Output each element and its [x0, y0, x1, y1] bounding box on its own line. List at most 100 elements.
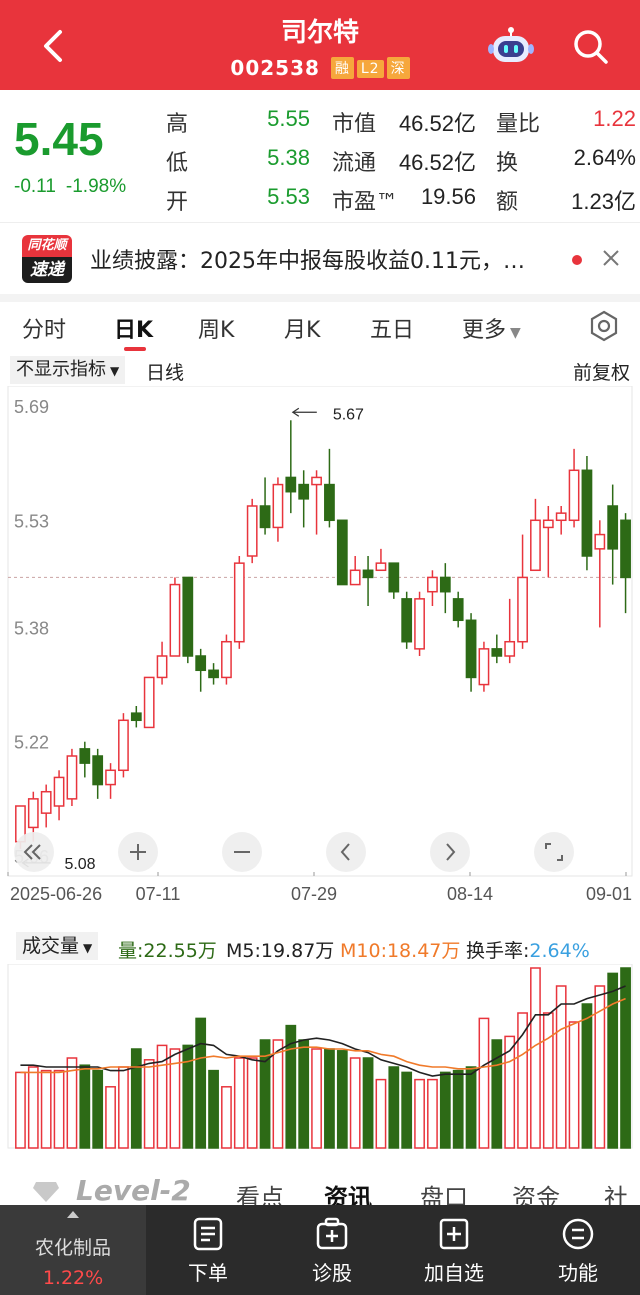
- low-value: 5.38: [267, 145, 310, 170]
- volume-chart[interactable]: [0, 964, 640, 1154]
- volume-bar-down: [452, 1069, 464, 1149]
- chart-prev-button[interactable]: [326, 832, 366, 872]
- close-icon[interactable]: [600, 247, 622, 269]
- volume-bar-down: [208, 1069, 219, 1149]
- chart-subbar: 不显示指标 ▼ 日线 前复权: [0, 354, 640, 386]
- x-tick-label: 09-01: [586, 884, 632, 904]
- volume-bar-down: [195, 1017, 207, 1149]
- search-icon[interactable]: [570, 26, 610, 66]
- diamond-icon: [33, 1182, 59, 1202]
- chart-zoom-out-button[interactable]: [222, 832, 262, 872]
- functions-button-label: 功能: [558, 1261, 598, 1285]
- candle-down: [581, 469, 593, 557]
- volume-bar-up: [427, 1078, 438, 1149]
- stock-code-row: 002538 融 L2 深: [0, 56, 640, 80]
- functions-button[interactable]: 功能: [528, 1205, 628, 1295]
- pe-label: 市盈™: [332, 190, 399, 215]
- amount-label: 额: [496, 190, 519, 215]
- candle-up: [594, 533, 606, 550]
- caret-down-icon: ▼: [110, 364, 120, 378]
- volume-bar-down: [130, 1048, 142, 1149]
- volume-bar-down: [401, 1071, 413, 1149]
- float-cap-value: 46.52亿: [398, 150, 476, 175]
- candle-up: [66, 755, 78, 800]
- volume-bar-down: [336, 1050, 348, 1149]
- candle-up: [555, 512, 567, 522]
- volume-bar-up: [118, 1066, 129, 1149]
- chart-zoom-in-button[interactable]: [118, 832, 158, 872]
- candle-up: [156, 655, 168, 679]
- tab-five-day[interactable]: 五日: [370, 312, 414, 344]
- chart-collapse-button[interactable]: [14, 832, 54, 872]
- news-text[interactable]: 业绩披露：2025年中报每股收益0.11元，…: [90, 243, 525, 275]
- adjust-mode[interactable]: 前复权: [573, 358, 630, 385]
- indicator-select-label: 不显示指标: [16, 359, 106, 380]
- candle-up: [27, 798, 39, 829]
- candle-down: [92, 755, 104, 786]
- chart-button-bg: [430, 832, 470, 872]
- volume-bar-down: [298, 1039, 310, 1149]
- x-tick-label: 08-14: [447, 884, 493, 904]
- candle-up: [530, 519, 541, 572]
- candle-down: [182, 576, 194, 657]
- candle-up: [143, 676, 155, 729]
- candle-up: [311, 476, 322, 486]
- y-tick-label: 5.38: [14, 618, 49, 638]
- stock-code: 002538: [230, 56, 320, 80]
- indicator-select[interactable]: 不显示指标 ▼: [10, 356, 126, 384]
- margin-tag: 融: [330, 57, 354, 79]
- settings-icon[interactable]: [588, 310, 620, 342]
- tab-weekly-k[interactable]: 周K: [198, 312, 234, 344]
- candle-up: [118, 719, 129, 772]
- volume-bar-up: [414, 1078, 425, 1149]
- level2-label[interactable]: Level-2: [76, 1174, 191, 1207]
- bottom-action-bar: 农化制品 1.22% 下单 诊股 加自选 功能: [0, 1205, 640, 1295]
- candle-up: [568, 469, 580, 522]
- news-banner[interactable]: 同花顺 速递 业绩披露：2025年中报每股收益0.11元，…: [0, 222, 640, 294]
- open-value: 5.53: [267, 184, 310, 209]
- candle-up: [517, 576, 528, 643]
- max-annotation-label: 5.67: [333, 406, 364, 423]
- candle-down: [259, 505, 271, 529]
- candle-down: [208, 669, 219, 679]
- sector-percent: 1.22%: [42, 1267, 104, 1289]
- volume-bar-up: [40, 1069, 52, 1149]
- current-price: 5.45: [14, 113, 104, 165]
- news-logo: 同花顺 速递: [22, 235, 72, 283]
- candle-down: [607, 505, 619, 550]
- add-square-icon: [439, 1218, 469, 1250]
- diagnose-button-label: 诊股: [312, 1261, 352, 1285]
- chart-fullscreen-button[interactable]: [534, 832, 574, 872]
- candle-up: [272, 483, 284, 529]
- sector-widget[interactable]: 农化制品 1.22%: [0, 1205, 146, 1295]
- candle-down: [336, 519, 348, 586]
- candle-up: [246, 505, 258, 557]
- candle-up: [233, 562, 245, 643]
- header: 司尔特 002538 融 L2 深: [0, 0, 640, 90]
- volume-header: 成交量 ▼ 量:22.55万 M5:19.87万 M10:18.47万 换手率:2…: [0, 928, 640, 964]
- candle-up: [169, 583, 181, 657]
- order-button[interactable]: 下单: [158, 1205, 258, 1295]
- turnover-value: 2.64%: [573, 145, 636, 170]
- x-tick-label: 07-11: [136, 884, 181, 904]
- tab-more[interactable]: 更多 ▼: [462, 312, 521, 344]
- chart-next-button[interactable]: [430, 832, 470, 872]
- tab-monthly-k[interactable]: 月K: [284, 312, 320, 344]
- volume-bar-up: [105, 1086, 116, 1149]
- tab-daily-k[interactable]: 日K: [114, 312, 153, 344]
- volume-indicator-select[interactable]: 成交量 ▼: [16, 932, 99, 960]
- menu-circle-icon: [562, 1218, 594, 1250]
- add-watchlist-button[interactable]: 加自选: [404, 1205, 504, 1295]
- medical-kit-icon: [316, 1217, 348, 1250]
- volume-bar-down: [439, 1071, 451, 1149]
- candlestick-chart[interactable]: 5.695.535.385.225.065.675.082025-06-2607…: [0, 386, 640, 926]
- robot-assistant-icon[interactable]: [488, 24, 534, 68]
- change-percent: -1.98%: [65, 176, 127, 197]
- tab-intraday[interactable]: 分时: [22, 312, 66, 344]
- candle-down: [195, 655, 207, 672]
- volume-bar-down: [607, 972, 619, 1149]
- y-tick-label: 5.53: [14, 511, 49, 531]
- y-tick-label: 5.22: [14, 733, 49, 753]
- volume-bar-down: [388, 1066, 400, 1149]
- diagnose-button[interactable]: 诊股: [282, 1205, 382, 1295]
